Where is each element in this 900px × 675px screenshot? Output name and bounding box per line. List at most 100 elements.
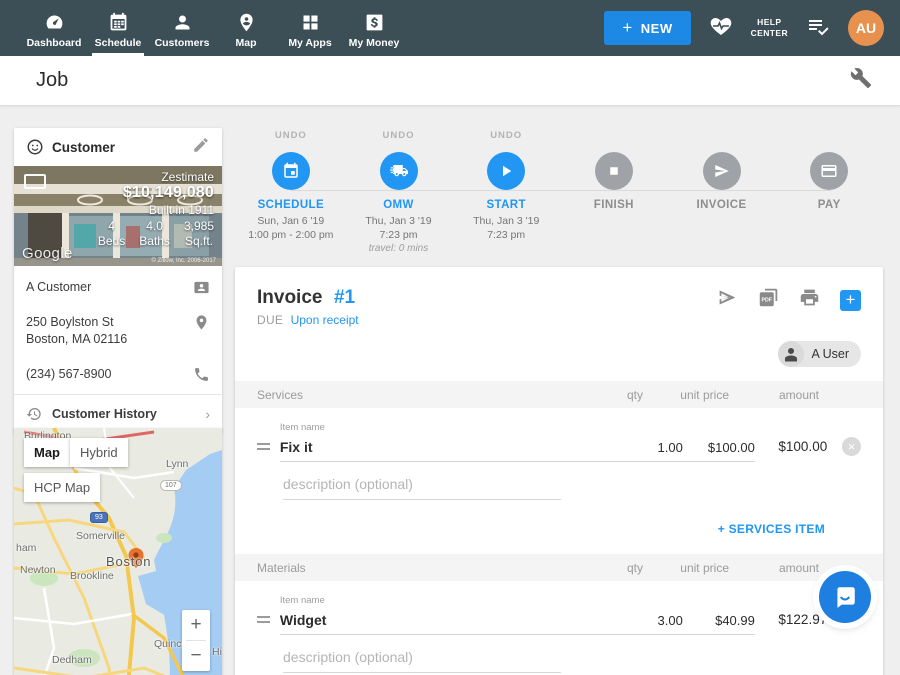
- svg-text:PDF: PDF: [762, 297, 773, 303]
- service-item-name-input[interactable]: [280, 437, 625, 462]
- start-step-circle[interactable]: [487, 152, 525, 190]
- step-label: PAY: [818, 199, 841, 211]
- due-terms-link[interactable]: Upon receipt: [291, 313, 359, 327]
- wrench-icon[interactable]: [850, 67, 872, 94]
- customer-name-row: A Customer: [14, 270, 222, 305]
- app-root: Dashboard Schedule Customers Map My Apps…: [0, 0, 900, 675]
- materials-title: Materials: [257, 561, 577, 575]
- service-unit-price-input[interactable]: [683, 438, 755, 462]
- nav-label: My Apps: [288, 37, 331, 49]
- map-label-boston: Boston: [106, 554, 151, 569]
- timeline-step-pay: PAY: [775, 130, 883, 260]
- add-services-item-link[interactable]: + SERVICES ITEM: [718, 522, 825, 536]
- nav-item-schedule[interactable]: Schedule: [86, 0, 150, 56]
- money-icon: [364, 12, 385, 33]
- remove-service-item-button[interactable]: ×: [842, 437, 861, 456]
- customer-card: Customer: [14, 128, 222, 433]
- play-icon: [497, 162, 515, 180]
- help-center-line2: CENTER: [751, 28, 788, 39]
- invoice-number[interactable]: #1: [334, 287, 355, 308]
- stop-icon: [605, 162, 623, 180]
- service-qty-input[interactable]: [625, 438, 683, 462]
- map-label-newton: Newton: [20, 564, 56, 576]
- customer-history-label: Customer History: [52, 407, 195, 421]
- customer-card-title: Customer: [52, 140, 184, 155]
- pay-step-circle[interactable]: [810, 152, 848, 190]
- property-photo: Zestimate $10,149,080 Built in 1911 4Bed…: [14, 166, 222, 266]
- nav-item-dashboard[interactable]: Dashboard: [22, 0, 86, 56]
- amount-column-header: amount: [729, 561, 819, 575]
- undo-omw-button[interactable]: UNDO: [383, 130, 415, 146]
- map-label-hi: Hi: [212, 646, 222, 658]
- phone-icon[interactable]: [193, 366, 210, 383]
- undo-schedule-button[interactable]: UNDO: [275, 130, 307, 146]
- location-pin-icon[interactable]: [193, 314, 210, 331]
- nav-item-my-apps[interactable]: My Apps: [278, 0, 342, 56]
- map-label-dedham: Dedham: [52, 654, 92, 666]
- undo-start-button[interactable]: UNDO: [490, 130, 522, 146]
- customers-icon: [172, 12, 193, 33]
- map-type-hybrid-button[interactable]: Hybrid: [70, 438, 128, 467]
- customer-address-row: 250 Boylston St Boston, MA 02116: [14, 305, 222, 357]
- step-travel: travel: 0 mins: [369, 243, 428, 254]
- send-invoice-icon[interactable]: [717, 287, 738, 313]
- item-name-label: Item name: [280, 422, 625, 433]
- map-type-map-button[interactable]: Map: [24, 438, 70, 467]
- step-label: START: [486, 199, 525, 211]
- drag-handle-icon[interactable]: [257, 440, 270, 453]
- map-zoom-out-button[interactable]: −: [182, 641, 210, 671]
- finish-step-circle[interactable]: [595, 152, 633, 190]
- nav-item-map[interactable]: Map: [214, 0, 278, 56]
- nav-label: Schedule: [95, 37, 142, 49]
- print-icon[interactable]: [799, 287, 820, 313]
- services-line-item: Item name $100.00 × + SERVICES ITEM: [235, 408, 883, 554]
- add-invoice-button[interactable]: +: [840, 290, 861, 311]
- health-heart-icon[interactable]: [709, 14, 733, 43]
- item-name-label: Item name: [280, 595, 625, 606]
- new-button-label: NEW: [641, 21, 673, 36]
- nav-item-customers[interactable]: Customers: [150, 0, 214, 56]
- nav-item-my-money[interactable]: My Money: [342, 0, 406, 56]
- service-description-input[interactable]: [283, 474, 561, 500]
- drag-handle-icon[interactable]: [257, 613, 270, 626]
- timeline-step-start: UNDO START Thu, Jan 3 '197:23 pm: [452, 130, 560, 260]
- material-unit-price-input[interactable]: [683, 611, 755, 635]
- schedule-step-circle[interactable]: [272, 152, 310, 190]
- nav-label: Customers: [155, 37, 210, 49]
- map-label-somerville: Somerville: [76, 530, 125, 542]
- photo-fullscreen-icon[interactable]: [24, 174, 46, 189]
- omw-step-circle[interactable]: [380, 152, 418, 190]
- checklist-icon[interactable]: [806, 14, 830, 43]
- material-item-name-input[interactable]: [280, 610, 625, 635]
- services-title: Services: [257, 388, 577, 402]
- step-label: FINISH: [594, 199, 634, 211]
- material-description-input[interactable]: [283, 647, 561, 673]
- calendar-icon: [282, 162, 300, 180]
- unit-price-column-header: unit price: [643, 388, 729, 402]
- step-datetime: Sun, Jan 6 '191:00 pm - 2:00 pm: [248, 214, 333, 242]
- map-widget: Burlington Lynn 107 2 93 Somerville ham …: [14, 428, 222, 675]
- step-label: INVOICE: [696, 199, 746, 211]
- material-qty-input[interactable]: [625, 611, 683, 635]
- pdf-icon[interactable]: PDF: [758, 287, 779, 313]
- help-center-button[interactable]: HELP CENTER: [751, 17, 788, 38]
- i93-shield: 93: [90, 512, 108, 523]
- route-107-shield: 107: [160, 480, 182, 491]
- chat-bubble-button[interactable]: [819, 571, 871, 623]
- step-datetime: Thu, Jan 3 '197:23 pm: [365, 214, 431, 242]
- new-button[interactable]: + NEW: [604, 11, 690, 45]
- user-avatar[interactable]: AU: [848, 10, 884, 46]
- step-label: OMW: [383, 199, 414, 211]
- invoice-step-circle[interactable]: [703, 152, 741, 190]
- map-type-hcp-button[interactable]: HCP Map: [24, 473, 100, 502]
- materials-section-header: Materials qty unit price amount: [235, 554, 883, 581]
- map-zoom-in-button[interactable]: +: [182, 610, 210, 640]
- assignee-chip[interactable]: A User: [778, 341, 861, 367]
- pencil-icon[interactable]: [192, 136, 210, 159]
- sqft-stat: 3,985Sq.ft.: [184, 219, 214, 249]
- material-amount: $122.97: [755, 612, 827, 635]
- contact-card-icon[interactable]: [193, 279, 210, 296]
- zestimate-value: $10,149,080: [98, 184, 214, 202]
- photo-copyright: © Zillow, Inc. 2006-2017: [152, 258, 216, 264]
- map-label-brookline: Brookline: [70, 570, 114, 582]
